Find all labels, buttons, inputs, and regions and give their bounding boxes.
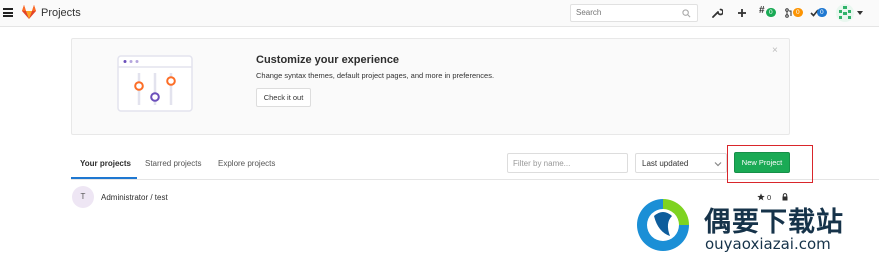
- watermark-logo-icon: [637, 199, 689, 251]
- sort-dropdown[interactable]: Last updated: [635, 153, 727, 173]
- merge-requests-nav[interactable]: 0: [785, 0, 805, 27]
- search-input[interactable]: [576, 8, 676, 17]
- merge-requests-counter: 0: [793, 8, 803, 17]
- banner-title: Customize your experience: [256, 54, 400, 66]
- tab-explore-projects[interactable]: Explore projects: [218, 159, 275, 168]
- hamburger-menu-icon[interactable]: [3, 8, 13, 17]
- issues-icon: #: [759, 5, 765, 16]
- merge-request-icon: [785, 8, 792, 18]
- filter-by-name-input[interactable]: [507, 153, 628, 173]
- page-title[interactable]: Projects: [41, 7, 81, 19]
- plus-icon[interactable]: [737, 6, 747, 20]
- new-project-button[interactable]: New Project: [734, 152, 790, 173]
- issues-nav[interactable]: # 0: [759, 0, 779, 27]
- watermark-url: ouyaoxiazai.com: [705, 235, 831, 253]
- chevron-down-icon: [714, 162, 722, 167]
- close-icon[interactable]: ×: [772, 45, 778, 56]
- search-icon: [682, 9, 691, 18]
- search-box[interactable]: [570, 4, 698, 22]
- tab-starred-projects[interactable]: Starred projects: [145, 159, 201, 168]
- banner-description: Change syntax themes, default project pa…: [256, 71, 495, 80]
- project-name-link[interactable]: Administrator / test: [101, 193, 168, 202]
- active-tab-indicator: [71, 177, 137, 179]
- sort-selected-value: Last updated: [642, 159, 689, 168]
- customize-banner: × Customize your experience Change synta…: [71, 38, 790, 135]
- check-it-out-button[interactable]: Check it out: [256, 88, 311, 107]
- todos-counter: 0: [817, 8, 827, 17]
- todos-nav[interactable]: 0: [810, 0, 830, 27]
- preferences-illustration-icon: [117, 55, 193, 112]
- project-avatar[interactable]: T: [72, 186, 94, 208]
- wrench-icon[interactable]: [711, 6, 723, 20]
- user-avatar-icon[interactable]: [836, 4, 854, 22]
- watermark-title: 偶要下载站: [704, 207, 844, 238]
- chevron-down-icon[interactable]: [857, 11, 863, 16]
- issues-counter: 0: [766, 8, 776, 17]
- tab-your-projects[interactable]: Your projects: [80, 159, 131, 168]
- top-navbar: Projects # 0 0 0: [0, 0, 879, 27]
- gitlab-logo-icon[interactable]: [21, 4, 37, 20]
